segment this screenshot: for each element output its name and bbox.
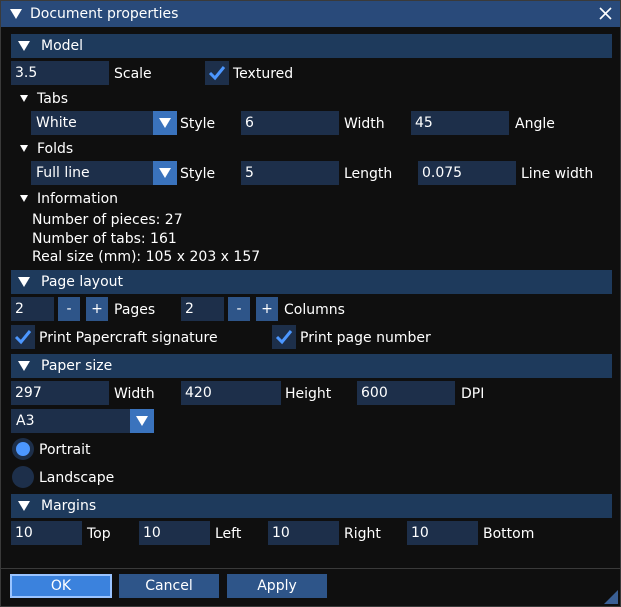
cancel-button[interactable]: Cancel [119, 574, 219, 598]
paper-size-dropdown-button[interactable] [130, 409, 154, 433]
paper-size-value: A3 [16, 413, 35, 429]
folds-line-width-input[interactable]: 0.075 [418, 161, 516, 185]
information-header[interactable]: Information [37, 190, 118, 208]
folds-style-value: Full line [36, 165, 90, 181]
tabs-style-value: White [36, 115, 77, 131]
margin-bottom-label: Bottom [483, 526, 535, 542]
collapse-page-layout-icon [18, 277, 30, 287]
tabs-style-dropdown-button[interactable] [153, 111, 177, 135]
collapse-paper-size-icon [18, 361, 30, 371]
info-tabs: Number of tabs: 161 [32, 231, 177, 247]
dpi-label: DPI [461, 386, 485, 402]
folds-line-width-label: Line width [521, 166, 594, 182]
landscape-radio[interactable] [12, 466, 34, 488]
ok-button[interactable]: OK [10, 574, 112, 598]
landscape-label: Landscape [39, 470, 115, 486]
button-bar-separator [1, 568, 620, 569]
model-header-label: Model [41, 38, 84, 54]
page-number-label: Print page number [300, 330, 431, 346]
paper-size-header-label: Paper size [41, 358, 113, 374]
margin-top-input[interactable]: 10 [11, 521, 82, 545]
info-pieces: Number of pieces: 27 [32, 212, 183, 228]
margin-top-label: Top [87, 526, 111, 542]
radio-selected-dot [16, 442, 30, 456]
folds-header[interactable]: Folds [37, 140, 73, 158]
chevron-down-icon [159, 168, 171, 178]
pages-decrement-button[interactable]: - [58, 297, 80, 321]
columns-decrement-button[interactable]: - [228, 297, 250, 321]
pages-increment-button[interactable]: + [86, 297, 108, 321]
paper-height-input[interactable]: 420 [181, 381, 281, 405]
paper-size-select[interactable]: A3 [11, 409, 154, 433]
collapse-window-icon[interactable] [10, 9, 22, 19]
folds-style-dropdown-button[interactable] [153, 161, 177, 185]
dpi-input[interactable]: 600 [357, 381, 455, 405]
signature-checkbox[interactable] [11, 325, 35, 349]
margin-left-label: Left [215, 526, 242, 542]
paper-width-input[interactable]: 297 [11, 381, 109, 405]
columns-input[interactable]: 2 [181, 297, 224, 321]
paper-size-header[interactable]: Paper size [11, 354, 612, 378]
checkmark-icon [208, 66, 226, 81]
collapse-margins-icon [18, 501, 30, 511]
chevron-down-icon [159, 118, 171, 128]
title-bar[interactable]: Document properties [1, 1, 620, 27]
margin-left-input[interactable]: 10 [139, 521, 210, 545]
folds-length-label: Length [344, 166, 393, 182]
columns-label: Columns [284, 302, 345, 318]
margin-right-label: Right [344, 526, 381, 542]
tabs-angle-label: Angle [515, 116, 555, 132]
close-icon[interactable] [599, 7, 612, 20]
textured-label: Textured [233, 66, 294, 82]
paper-height-label: Height [285, 386, 332, 402]
window-title: Document properties [30, 6, 179, 22]
tabs-style-label: Style [180, 116, 216, 132]
paper-width-label: Width [114, 386, 155, 402]
pages-label: Pages [114, 302, 156, 318]
portrait-label: Portrait [39, 442, 91, 458]
columns-increment-button[interactable]: + [256, 297, 278, 321]
margins-header-label: Margins [41, 498, 97, 514]
folds-style-select[interactable]: Full line [31, 161, 177, 185]
margins-header[interactable]: Margins [11, 494, 612, 518]
collapse-model-icon [18, 41, 30, 51]
tabs-header[interactable]: Tabs [37, 90, 68, 108]
margin-right-input[interactable]: 10 [268, 521, 339, 545]
apply-button[interactable]: Apply [227, 574, 327, 598]
collapse-folds-icon[interactable] [20, 145, 28, 152]
textured-checkbox[interactable] [205, 61, 229, 85]
margin-bottom-input[interactable]: 10 [407, 521, 478, 545]
signature-label: Print Papercraft signature [39, 330, 218, 346]
checkmark-icon [275, 330, 293, 345]
collapse-information-icon[interactable] [20, 195, 28, 202]
page-layout-header[interactable]: Page layout [11, 270, 612, 294]
tabs-angle-input[interactable]: 45 [411, 111, 509, 135]
model-header[interactable]: Model [11, 34, 612, 58]
resize-grip-icon[interactable] [604, 590, 618, 604]
scale-label: Scale [114, 66, 152, 82]
document-properties-window: Document properties Model 3.5 Scale Text… [0, 0, 621, 607]
scale-input[interactable]: 3.5 [11, 61, 109, 85]
page-number-checkbox[interactable] [272, 325, 296, 349]
pages-input[interactable]: 2 [11, 297, 54, 321]
folds-length-input[interactable]: 5 [241, 161, 339, 185]
tabs-style-select[interactable]: White [31, 111, 177, 135]
tabs-width-input[interactable]: 6 [241, 111, 339, 135]
page-layout-header-label: Page layout [41, 274, 124, 290]
folds-style-label: Style [180, 166, 216, 182]
tabs-width-label: Width [344, 116, 385, 132]
collapse-tabs-icon[interactable] [20, 95, 28, 102]
checkmark-icon [14, 330, 32, 345]
portrait-radio[interactable] [12, 438, 34, 460]
chevron-down-icon [136, 416, 148, 426]
info-real-size: Real size (mm): 105 x 203 x 157 [32, 249, 261, 265]
